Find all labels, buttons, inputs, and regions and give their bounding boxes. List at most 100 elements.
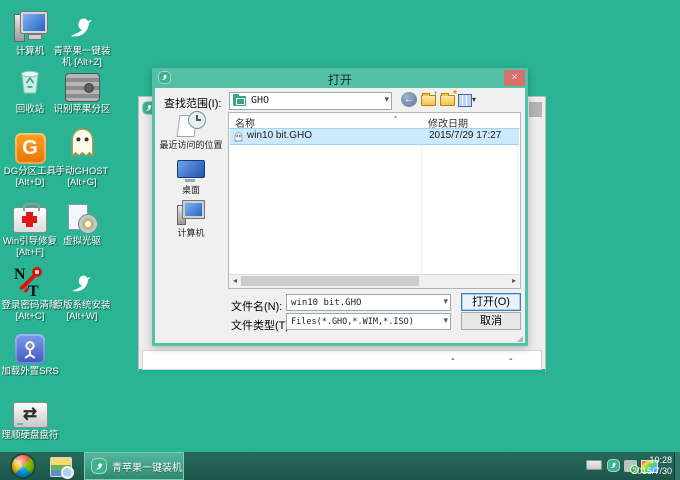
scroll-right-icon[interactable]: ▸ [508,275,520,287]
chevron-down-icon: ▾ [443,296,448,307]
look-in-value: GHO [251,95,269,106]
file-row-selected[interactable]: win10 bit.GHO 2015/7/29 17:27 GHO 文件 [230,128,519,145]
status-value: - [451,353,455,365]
file-type-combobox[interactable]: Files(*.GHO,*.WIM,*.ISO) ▾ [286,313,451,330]
desktop-icon-label: 青苹果一键装机 [Alt+Z] [52,46,112,68]
back-icon: ← [404,94,414,105]
desktop-icon-virtual-drive[interactable]: 虚拟光驱 [52,198,112,247]
desktop-icon-manual-ghost[interactable]: 手动GHOST [Alt+G] [52,128,112,188]
dialog-titlebar[interactable]: 打开 × [152,68,528,88]
svg-text:T: T [28,283,39,298]
green-apple-tray-icon[interactable] [607,459,620,472]
show-desktop-button[interactable] [674,452,680,480]
ghost-icon [66,126,99,164]
harddisk-icon [65,73,100,102]
chevron-down-icon: ▾ [472,95,476,104]
sort-ascending-icon: ▴ [394,113,397,120]
scrollbar-thumb[interactable] [241,276,419,286]
desktop-icon-label: 虚拟光驱 [52,236,112,247]
bird-icon [67,270,97,298]
desktop-icon-computer[interactable]: 计算机 [0,8,60,57]
sidebar-item-label: 计算机 [156,226,226,239]
back-button[interactable]: ← [401,92,417,107]
green-apple-icon [91,458,107,474]
taskbar-app-button[interactable]: 青苹果一键装机 [84,452,184,480]
view-menu-icon [458,94,472,107]
virtual-disc-icon [66,204,98,234]
taskbar: 青苹果一键装机 10:28 2015/7/30 [0,452,680,480]
desktop-icon-password-clear[interactable]: NT 登录密码清除 [Alt+C] [0,262,60,322]
file-list-header: 名称 ▴ 修改日期 类型 [229,113,520,129]
chevron-down-icon: ▾ [384,94,389,105]
sidebar-item-computer[interactable]: 计算机 [156,201,226,239]
recent-places-icon [176,111,206,137]
chevron-down-icon: ▾ [443,315,448,326]
image-tool-taskbar-icon[interactable] [50,457,72,477]
sidebar-item-desktop[interactable]: 桌面 [156,160,226,196]
open-button[interactable]: 打开(O) [461,293,521,311]
dialog-title: 打开 [152,71,528,88]
file-modified: 2015/7/29 17:27 [429,130,501,141]
look-in-combobox[interactable]: GHO ▾ [229,92,392,110]
status-value: - [509,353,513,365]
svg-text:N: N [14,266,26,283]
look-in-label: 查找范围(I): [164,95,221,111]
desktop-icon-diskgenius[interactable]: G DG分区工具 [Alt+D] [0,128,60,188]
desktop: 计算机 青苹果一键装机 [Alt+Z] 回收站 识别苹果分区 G DG分区工具 … [0,0,680,480]
sidebar-item-label: 桌面 [156,183,226,196]
resize-grip[interactable]: ◢ [517,334,523,343]
cancel-button[interactable]: 取消 [461,312,521,330]
bird-icon [65,12,99,44]
desktop-icon-recycle-bin[interactable]: 回收站 [0,66,60,115]
new-folder-button[interactable]: * [440,92,456,107]
desktop-icon-label: 手动GHOST [Alt+G] [52,166,112,188]
clock-date: 2015/7/30 [632,466,672,477]
file-name-combobox[interactable]: win10 bit.GHO ▾ [286,294,451,311]
nt-password-key-icon: NT [13,264,47,298]
close-button[interactable]: × [504,70,525,86]
desktop-icon-label: 加载外置SRS [0,366,60,377]
view-menu-button[interactable]: ▾ [458,92,474,107]
file-name-value: win10 bit.GHO [291,298,361,308]
desktop-icon-original-install[interactable]: 原版系统安装 [Alt+W] [52,262,112,322]
start-button[interactable] [12,455,34,477]
open-dialog: 打开 × 查找范围(I): GHO ▾ ← ↑ * ▾ [152,68,528,346]
desktop-icon-label: 识别苹果分区 [52,104,112,115]
ghost-file-icon [233,130,244,148]
parent-window-button[interactable] [529,102,542,117]
diskgenius-icon: G [15,133,46,164]
recycle-bin-icon [14,65,46,102]
taskbar-app-label: 青苹果一键装机 [112,459,182,474]
desktop-icon-detect-partition[interactable]: 识别苹果分区 [52,66,112,115]
parent-status-bar: - - [142,350,542,370]
desktop-icon-label: 登录密码清除 [Alt+C] [0,300,60,322]
file-name: win10 bit.GHO [247,130,312,141]
scroll-left-icon[interactable]: ◂ [229,275,241,287]
file-type-label: 文件类型(T): [231,317,292,333]
file-name-label: 文件名(N): [231,298,282,314]
desktop-icon-fix-drive-letters[interactable]: ⇄ 理顺硬盘盘符 [0,392,60,441]
horizontal-scrollbar[interactable]: ◂ ▸ [229,274,520,288]
clock-time: 10:28 [632,455,672,466]
computer-icon [13,12,47,44]
dialog-body: 查找范围(I): GHO ▾ ← ↑ * ▾ 最近访问的位置 [155,88,525,343]
keyboard-tray-icon[interactable] [586,460,602,470]
desktop-icon-load-srs[interactable]: 加载外置SRS [0,328,60,377]
desktop-icon-label: Win引导修复 [Alt+F] [0,236,60,258]
desktop-icon-boot-repair[interactable]: Win引导修复 [Alt+F] [0,198,60,258]
desktop-icon-label: DG分区工具 [Alt+D] [0,166,60,188]
desktop-icon-qpg-installer[interactable]: 青苹果一键装机 [Alt+Z] [52,8,112,68]
sidebar-item-label: 最近访问的位置 [156,138,226,151]
computer-place-icon [176,201,206,225]
file-type-value: Files(*.GHO,*.WIM,*.ISO) [291,317,414,327]
close-icon: × [512,72,518,83]
repair-kit-icon [13,207,47,233]
up-one-level-button[interactable]: ↑ [421,92,437,107]
desktop-place-icon [177,160,205,182]
desktop-icon-label: 原版系统安装 [Alt+W] [52,300,112,322]
folder-icon [233,96,246,106]
desktop-icon-label: 回收站 [0,104,60,115]
sidebar-item-recent-places[interactable]: 最近访问的位置 [156,111,226,151]
taskbar-clock[interactable]: 10:28 2015/7/30 [632,455,672,477]
drive-letter-icon: ⇄ [13,402,48,428]
